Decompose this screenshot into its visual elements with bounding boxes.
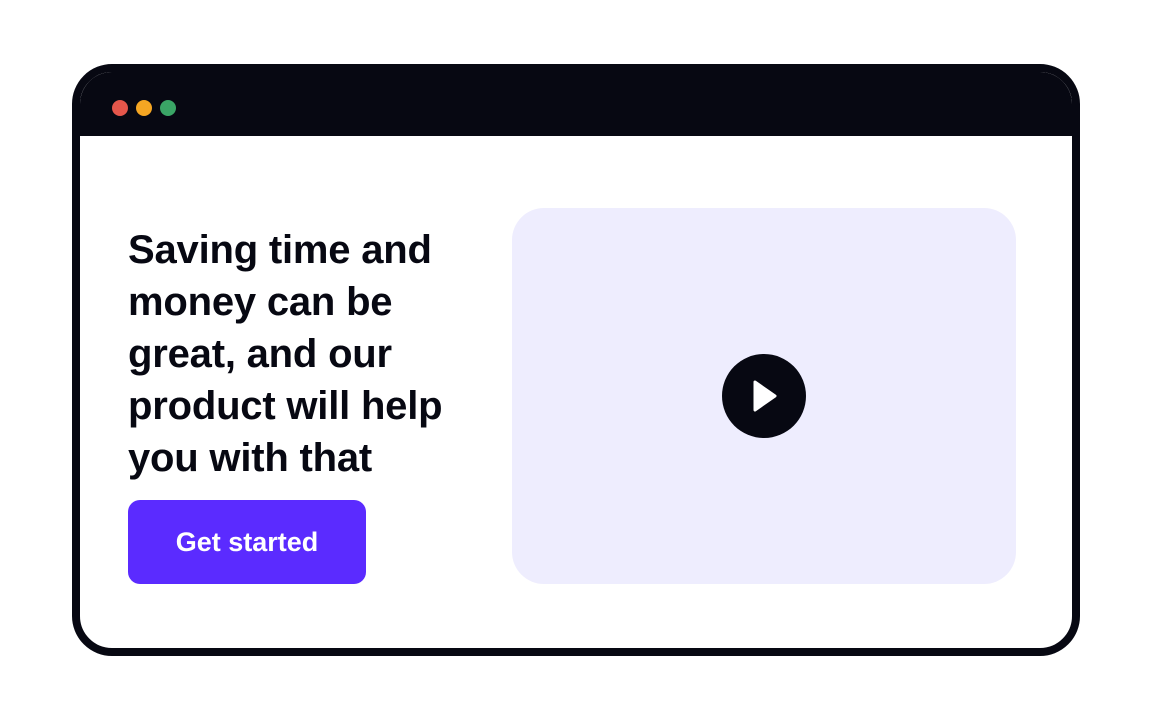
- window-titlebar: [80, 72, 1072, 136]
- play-icon: [753, 380, 777, 412]
- play-button[interactable]: [722, 354, 806, 438]
- hero-headline: Saving time and money can be great, and …: [128, 228, 443, 480]
- browser-window: Saving time and money can be great, and …: [72, 64, 1080, 656]
- window-close-button[interactable]: [112, 100, 128, 116]
- window-maximize-button[interactable]: [160, 100, 176, 116]
- window-minimize-button[interactable]: [136, 100, 152, 116]
- get-started-button[interactable]: Get started: [128, 500, 366, 584]
- video-placeholder[interactable]: [512, 208, 1016, 584]
